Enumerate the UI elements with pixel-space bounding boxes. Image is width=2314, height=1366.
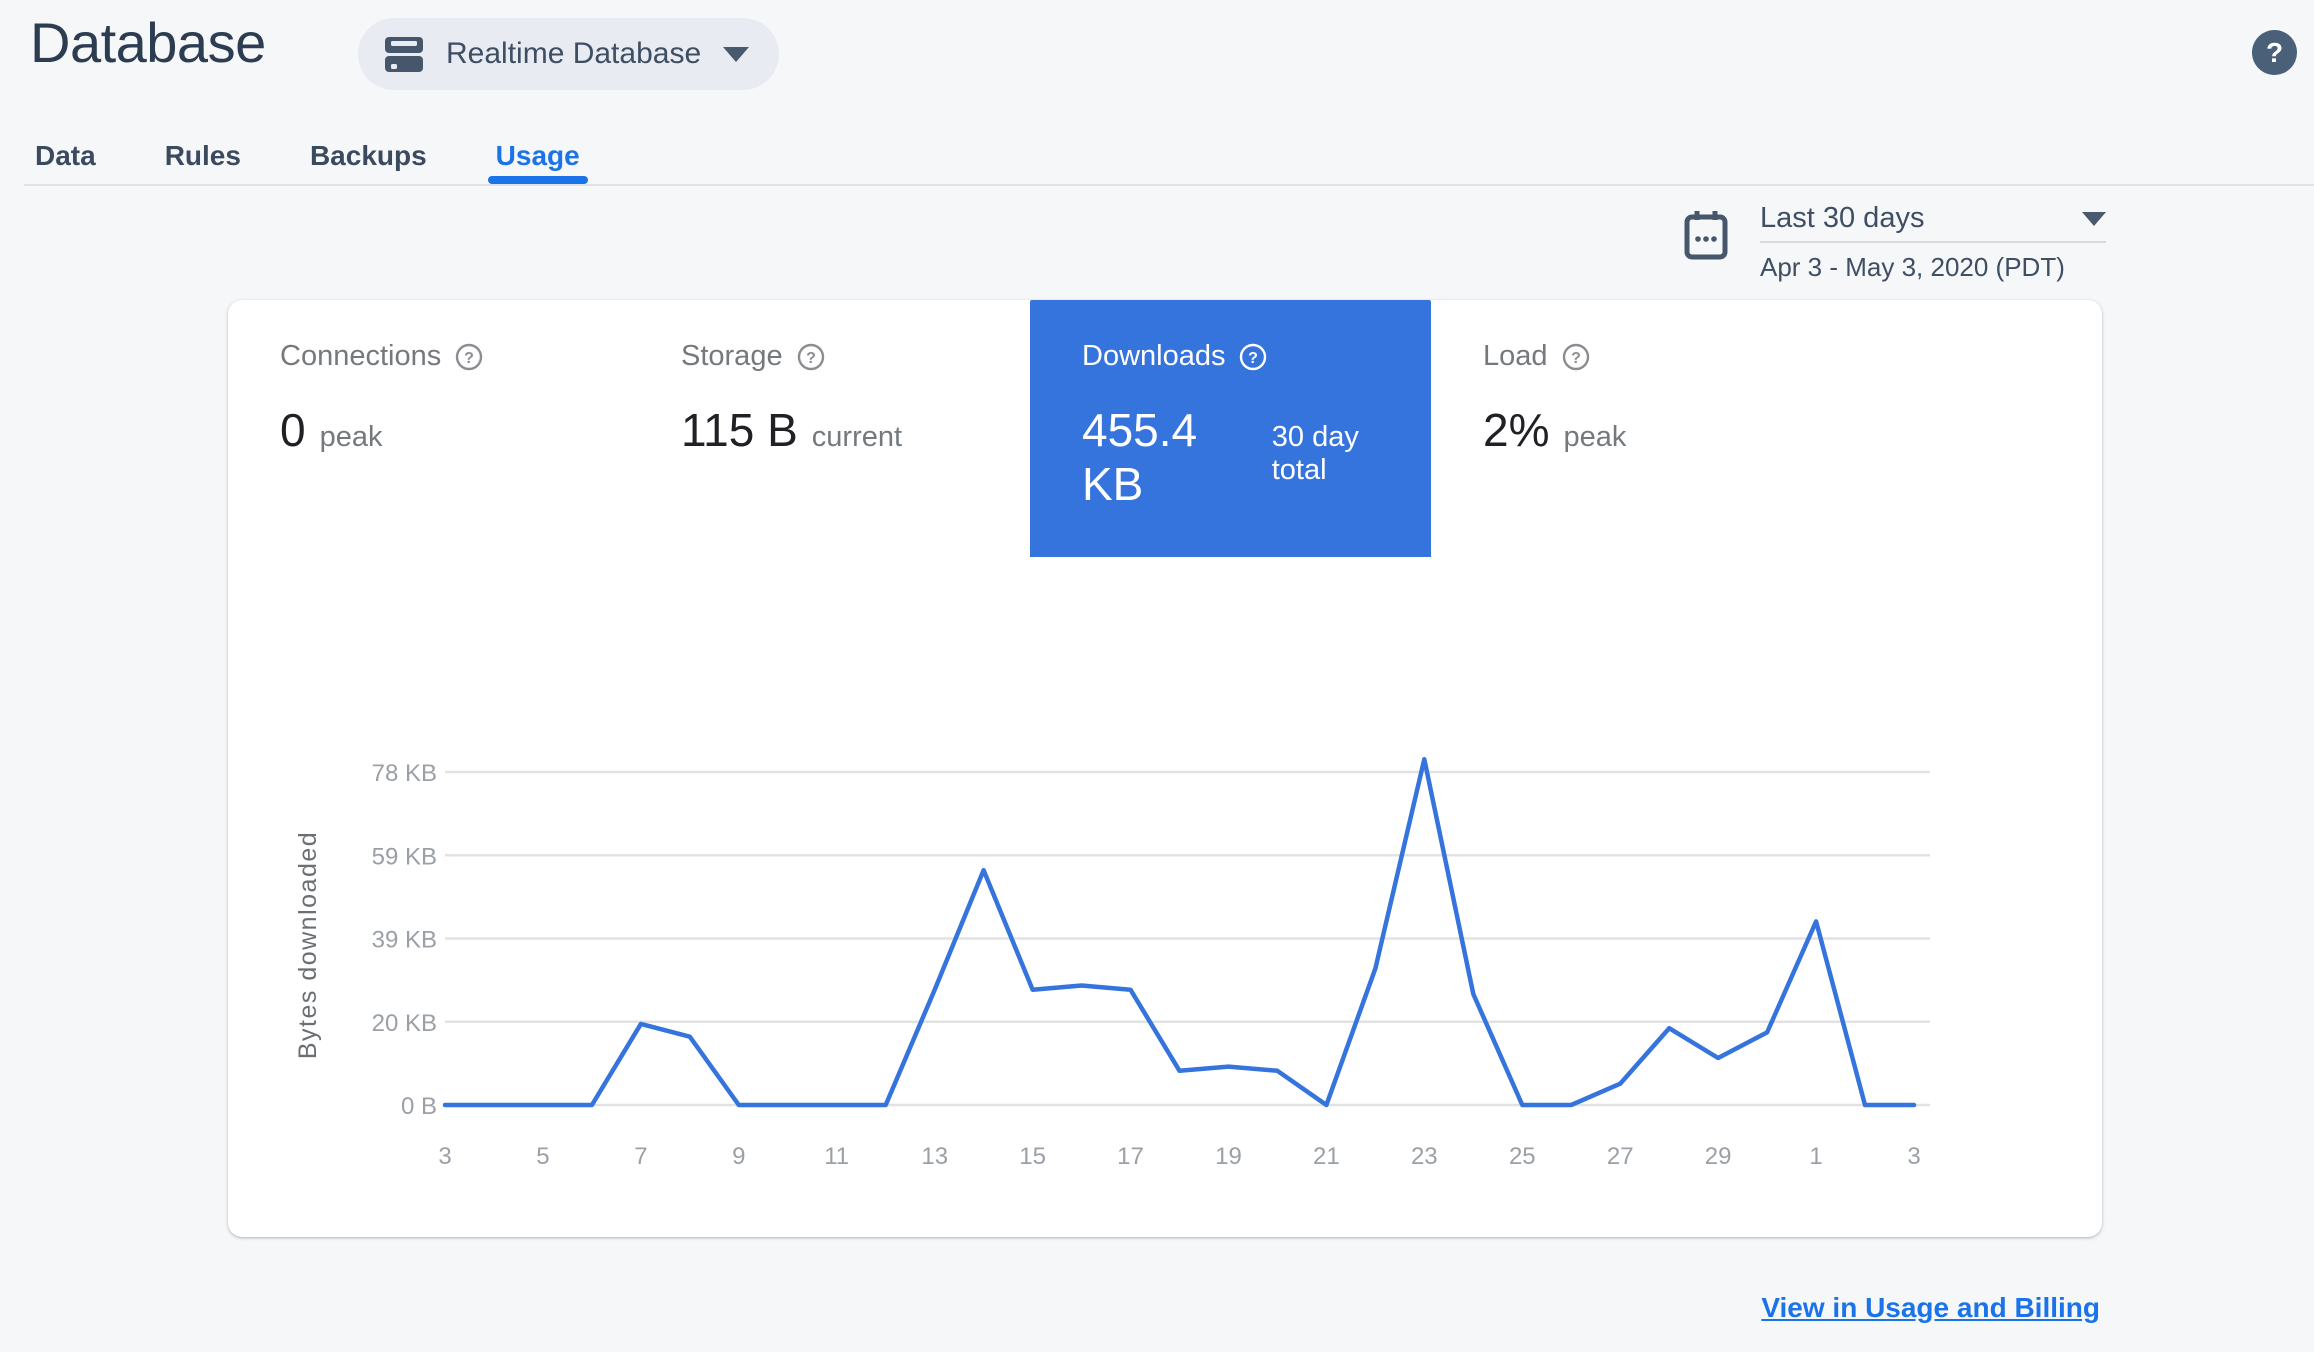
x-tick-label: 19 (1215, 1143, 1242, 1170)
date-range-preset-row[interactable]: Last 30 days (1760, 196, 2106, 243)
x-tick-label: 17 (1117, 1143, 1144, 1170)
x-tick-label: 21 (1313, 1143, 1340, 1170)
downloads-line-chart: 0 B20 KB39 KB59 KB78 KB3 5 7 9 11 13 15 17 19 21 2… (294, 756, 1930, 1170)
x-tick-label: 9 (732, 1143, 745, 1170)
x-tick-label: 29 (1705, 1143, 1732, 1170)
x-tick-label: 7 (634, 1143, 647, 1170)
tab-data[interactable]: Data (27, 128, 104, 184)
x-tick-label: 3 (1907, 1143, 1920, 1170)
tab-label: Usage (495, 140, 580, 171)
tab-label: Rules (164, 140, 241, 171)
y-tick-label: 0 B (401, 1093, 437, 1120)
usage-card: Connections ? 0 peak Storage ? 115 B cur… (228, 300, 2102, 1237)
page-title: Database (30, 11, 266, 74)
tab-bar: Data Rules Backups Usage (24, 128, 2314, 186)
x-tick-label: 23 (1411, 1143, 1438, 1170)
date-range-chevron-down-icon (2082, 211, 2106, 226)
downloads-series-line (442, 756, 1917, 1108)
usage-billing-link[interactable]: View in Usage and Billing (1761, 1292, 2100, 1324)
database-instance-selector[interactable]: Realtime Database (358, 18, 780, 90)
y-axis-title: Bytes downloaded (294, 831, 322, 1059)
x-tick-label: 3 (438, 1143, 451, 1170)
tab-rules[interactable]: Rules (157, 128, 249, 184)
help-button[interactable]: ? (2252, 30, 2297, 75)
bottom-strip (0, 1352, 2314, 1366)
tab-usage[interactable]: Usage (487, 128, 588, 184)
x-tick-label: 1 (1809, 1143, 1822, 1170)
y-tick-label: 78 KB (372, 760, 437, 787)
help-glyph: ? (2265, 36, 2284, 68)
tab-label: Backups (309, 140, 427, 171)
y-tick-label: 59 KB (372, 843, 437, 870)
calendar-icon (1684, 210, 1728, 265)
database-icon (384, 35, 424, 73)
date-range-preset: Last 30 days (1760, 202, 1925, 234)
x-tick-label: 11 (824, 1143, 849, 1170)
x-tick-label: 5 (536, 1143, 549, 1170)
date-range-detail: Apr 3 - May 3, 2020 (PDT) (1760, 252, 2065, 282)
y-tick-label: 20 KB (372, 1010, 437, 1037)
database-usage-page: Database Realtime Database ? Data Rules Ba… (0, 0, 2314, 1366)
chevron-down-icon (723, 46, 750, 62)
x-tick-label: 13 (921, 1143, 948, 1170)
tab-backups[interactable]: Backups (302, 128, 435, 184)
x-tick-label: 27 (1607, 1143, 1634, 1170)
x-tick-label: 15 (1019, 1143, 1046, 1170)
tab-label: Data (35, 140, 96, 171)
x-tick-label: 25 (1509, 1143, 1536, 1170)
database-selector-label: Realtime Database (446, 37, 702, 70)
y-tick-label: 39 KB (372, 927, 437, 954)
